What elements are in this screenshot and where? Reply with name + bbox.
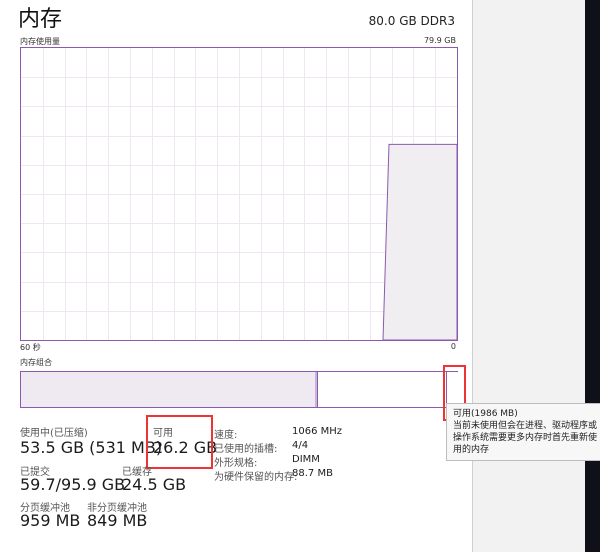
form-factor-label: 外形规格: xyxy=(214,458,258,469)
form-factor-value: DIMM xyxy=(292,454,320,465)
slots-label: 已使用的插槽: xyxy=(214,444,278,455)
graph-title: 内存使用量 xyxy=(20,37,60,46)
hardware-reserved-value: 88.7 MB xyxy=(292,468,333,479)
graph-max-label: 79.9 GB xyxy=(423,36,456,45)
speed-label: 速度: xyxy=(214,430,238,441)
graph-time-left: 60 秒 xyxy=(20,343,41,352)
memory-usage-graph xyxy=(20,47,458,341)
hardware-reserved-label: 为硬件保留的内存: xyxy=(214,472,298,483)
speed-value: 1066 MHz xyxy=(292,426,343,437)
background-window xyxy=(473,0,585,552)
memory-graph-svg xyxy=(21,48,457,340)
composition-title: 内存组合 xyxy=(20,358,52,367)
in-use-value: 53.5 GB (531 MB) xyxy=(20,438,163,457)
highlight-available xyxy=(146,415,213,469)
desktop-wallpaper xyxy=(585,0,600,552)
tooltip-line-2: 操作系统需要更多内存时首先重新使 xyxy=(453,433,598,443)
committed-value: 59.7/95.9 GB xyxy=(20,475,126,494)
graph-time-right: 0 xyxy=(450,342,456,351)
cached-value: 24.5 GB xyxy=(122,475,187,494)
memory-composition-bar[interactable] xyxy=(20,371,458,408)
slots-value: 4/4 xyxy=(292,440,309,451)
total-memory: 80.0 GB DDR3 xyxy=(368,14,455,28)
tooltip-line-1: 当前未使用但会在进程、驱动程序或 xyxy=(453,421,598,431)
page-title: 内存 xyxy=(18,7,63,32)
composition-tooltip: 可用(1986 MB) 当前未使用但会在进程、驱动程序或 操作系统需要更多内存时… xyxy=(446,403,600,461)
tooltip-line-3: 用的内存 xyxy=(453,445,490,455)
in-use-label: 使用中(已压缩) xyxy=(20,428,88,439)
composition-in-use[interactable] xyxy=(21,372,315,407)
usage-area xyxy=(382,143,457,340)
composition-standby[interactable] xyxy=(317,372,447,407)
tooltip-title: 可用(1986 MB) xyxy=(453,409,518,419)
paged-pool-value: 959 MB xyxy=(20,511,81,530)
nonpaged-pool-value: 849 MB xyxy=(87,511,148,530)
